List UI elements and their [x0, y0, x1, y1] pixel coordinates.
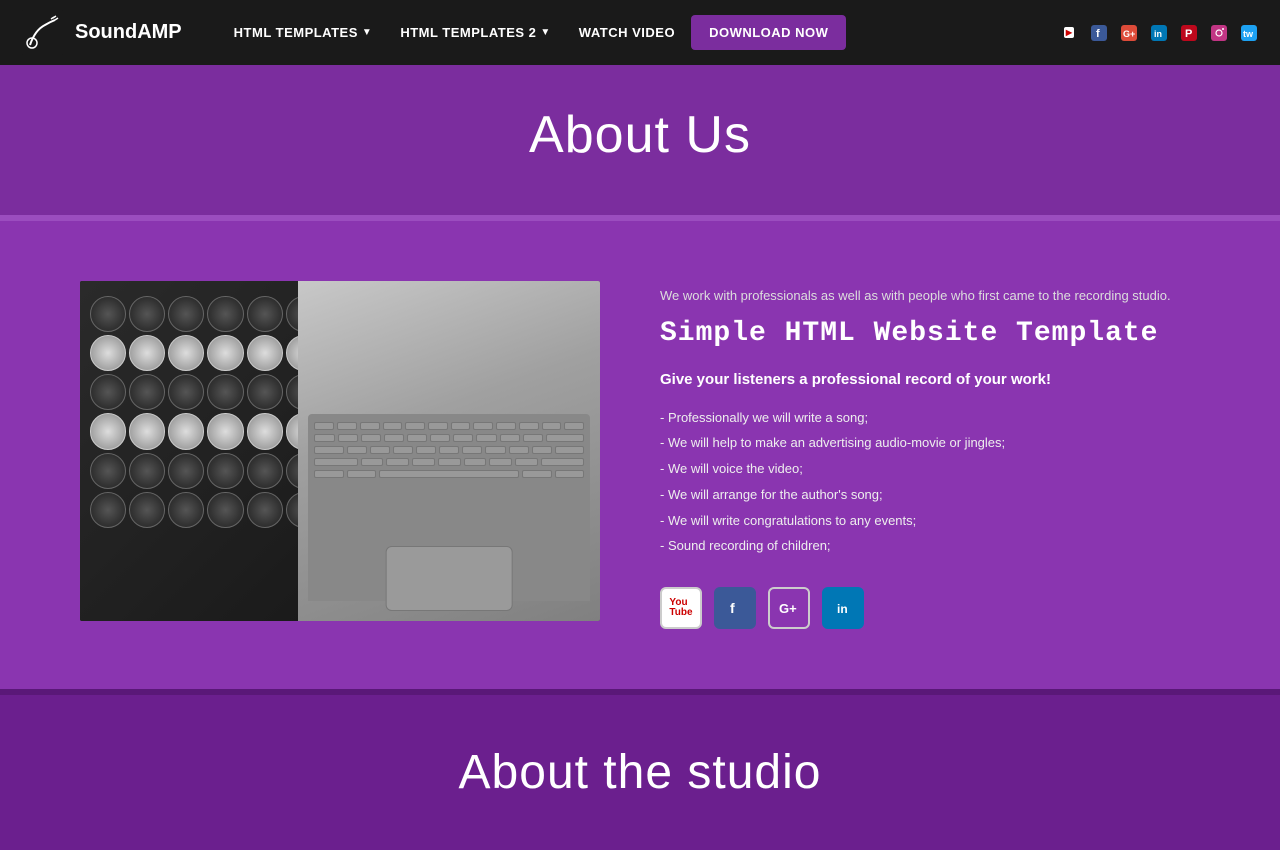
hero-section: About Us	[0, 65, 1280, 215]
googleplus-nav-icon[interactable]: G+	[1118, 22, 1140, 44]
nav-link-html-templates[interactable]: HTML TEMPLATES ▼	[222, 17, 385, 48]
brand-logo[interactable]: SoundAMP	[20, 10, 182, 55]
svg-text:P: P	[1185, 28, 1192, 40]
facebook-nav-icon[interactable]: f	[1088, 22, 1110, 44]
nav-item-watch-video[interactable]: WATCH VIDEO	[567, 17, 687, 48]
nav-item-html-templates-2[interactable]: HTML TEMPLATES 2 ▼	[388, 17, 562, 48]
navbar-social-icons: ▶ f G+ in P tw	[1058, 22, 1260, 44]
bottom-section: About the studio	[0, 689, 1280, 850]
svg-text:in: in	[1154, 29, 1162, 39]
laptop	[298, 281, 600, 621]
svg-text:in: in	[837, 602, 848, 616]
svg-text:f: f	[1096, 28, 1100, 40]
nav-link-watch-video[interactable]: WATCH VIDEO	[567, 17, 687, 48]
googleplus-content-icon[interactable]: G+	[768, 587, 810, 629]
content-list: - Professionally we will write a song; -…	[660, 408, 1200, 558]
content-highlight: Give your listeners a professional recor…	[660, 369, 1200, 390]
svg-text:f: f	[730, 600, 735, 616]
facebook-content-icon[interactable]: f	[714, 587, 756, 629]
list-item: - We will write congratulations to any e…	[660, 511, 1200, 532]
navbar: SoundAMP HTML TEMPLATES ▼ HTML TEMPLATES…	[0, 0, 1280, 65]
bottom-title: About the studio	[20, 745, 1260, 800]
nav-link-html-templates-2[interactable]: HTML TEMPLATES 2 ▼	[388, 17, 562, 48]
list-item: - We will voice the video;	[660, 459, 1200, 480]
linkedin-content-icon[interactable]: in	[822, 587, 864, 629]
studio-image	[80, 281, 600, 621]
list-item: - Sound recording of children;	[660, 536, 1200, 557]
content-social-icons: YouTube f G+ in	[660, 587, 1200, 629]
content-subtitle: We work with professionals as well as wi…	[660, 286, 1200, 306]
laptop-trackpad	[386, 546, 513, 611]
mixing-console	[80, 281, 314, 621]
nav-item-html-templates[interactable]: HTML TEMPLATES ▼	[222, 17, 385, 48]
nav-links: HTML TEMPLATES ▼ HTML TEMPLATES 2 ▼ WATC…	[222, 15, 1042, 50]
youtube-content-icon[interactable]: YouTube	[660, 587, 702, 629]
svg-text:G+: G+	[779, 601, 797, 616]
svg-text:G+: G+	[1123, 29, 1135, 39]
content-section: We work with professionals as well as wi…	[0, 221, 1280, 689]
svg-text:tw: tw	[1243, 29, 1254, 39]
chevron-down-icon: ▼	[362, 27, 372, 38]
list-item: - We will help to make an advertising au…	[660, 433, 1200, 454]
youtube-nav-icon[interactable]: ▶	[1058, 22, 1080, 44]
chevron-down-icon-2: ▼	[540, 27, 550, 38]
list-item: - Professionally we will write a song;	[660, 408, 1200, 429]
instagram-nav-icon[interactable]	[1208, 22, 1230, 44]
twitter-nav-icon[interactable]: tw	[1238, 22, 1260, 44]
pinterest-nav-icon[interactable]: P	[1178, 22, 1200, 44]
content-main-title: Simple HTML Website Template	[660, 318, 1200, 349]
page-title: About Us	[20, 105, 1260, 165]
download-button[interactable]: DOWNLOAD NOW	[691, 15, 846, 50]
list-item: - We will arrange for the author's song;	[660, 485, 1200, 506]
guitar-icon	[20, 10, 65, 55]
brand-name: SoundAMP	[75, 21, 182, 44]
content-text-block: We work with professionals as well as wi…	[660, 281, 1200, 629]
linkedin-nav-icon[interactable]: in	[1148, 22, 1170, 44]
